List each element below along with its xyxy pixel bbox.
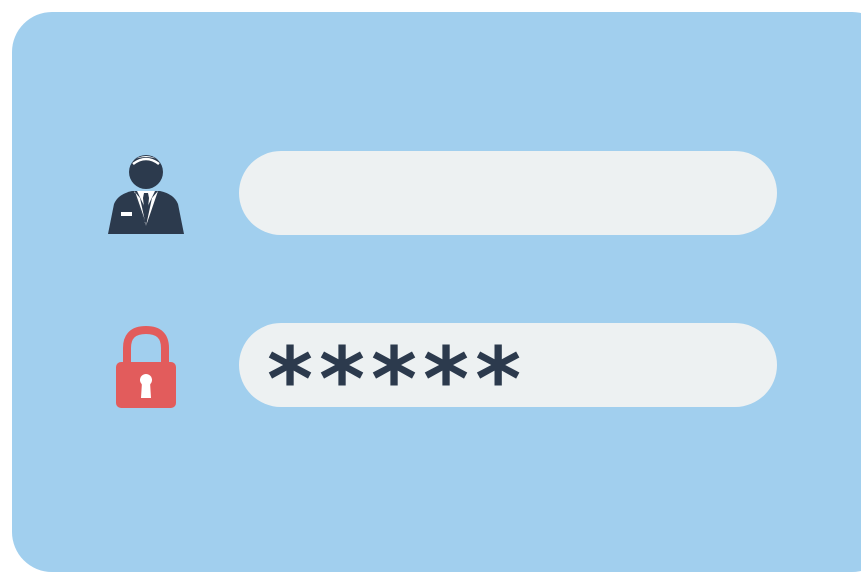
username-field[interactable]: [239, 151, 777, 235]
password-field[interactable]: *****: [239, 323, 777, 431]
login-panel: [12, 12, 861, 572]
password-mask: *****: [267, 328, 528, 431]
padlock-icon: [112, 322, 180, 410]
user-avatar-icon: [104, 148, 188, 236]
username-input[interactable]: [239, 151, 777, 235]
